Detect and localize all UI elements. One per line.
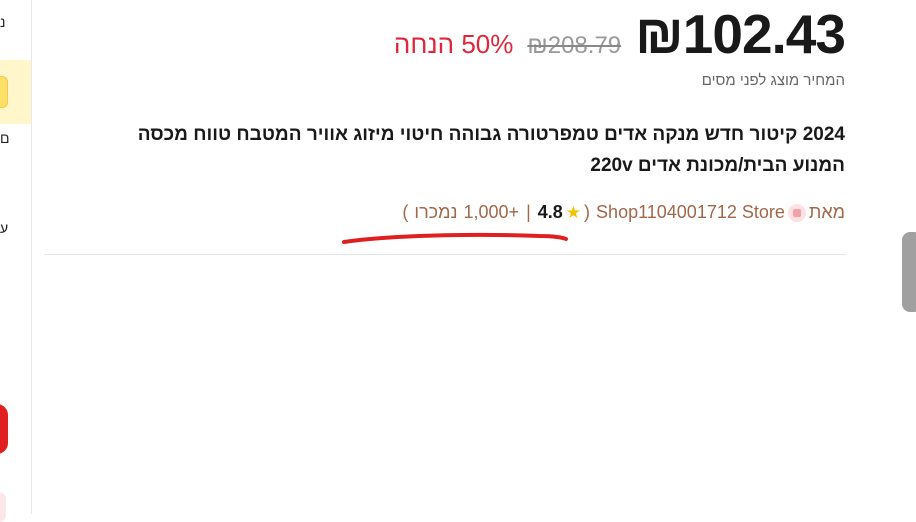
left-panel-text: ם [0, 130, 10, 146]
rating-value[interactable]: 4.8 [538, 202, 563, 223]
tax-note: המחיר מוצג לפני מסים [701, 72, 845, 89]
open-paren: ( [584, 202, 591, 222]
discount-label: 50% הנחה [393, 29, 514, 59]
price-row: ₪102.43 ₪208.79 50% הנחה [393, 2, 846, 66]
separator: | [526, 202, 531, 222]
red-underline-annotation [342, 232, 568, 244]
seller-prefix: מאת [808, 202, 845, 222]
store-name-link[interactable]: Shop1104001712 Store [596, 202, 785, 223]
left-panel-edge: נ ם ע [0, 0, 32, 522]
left-panel-red-button[interactable] [0, 404, 8, 454]
scrollbar-handle[interactable] [902, 232, 916, 312]
left-panel-text: ע [0, 220, 9, 236]
sold-label: נמכרו [414, 202, 458, 222]
seller-row: מאת Shop1104001712 Store ( ★ 4.8 | 1,000… [402, 202, 845, 223]
sold-count: 1,000+ [463, 202, 520, 222]
current-price: ₪102.43 [635, 3, 846, 65]
original-price: ₪208.79 [527, 32, 622, 59]
product-title: 2024 קיטור חדש מנקה אדים טמפרטורה גבוהה … [137, 124, 845, 176]
left-panel-selected-item[interactable] [0, 60, 31, 124]
star-icon: ★ [565, 202, 582, 222]
left-panel-text: נ [0, 14, 6, 30]
store-icon [787, 203, 806, 222]
close-paren: ) [402, 202, 409, 222]
left-panel-pink-button[interactable] [0, 492, 6, 522]
left-panel-selected-indicator [0, 76, 8, 108]
section-divider [44, 254, 846, 255]
